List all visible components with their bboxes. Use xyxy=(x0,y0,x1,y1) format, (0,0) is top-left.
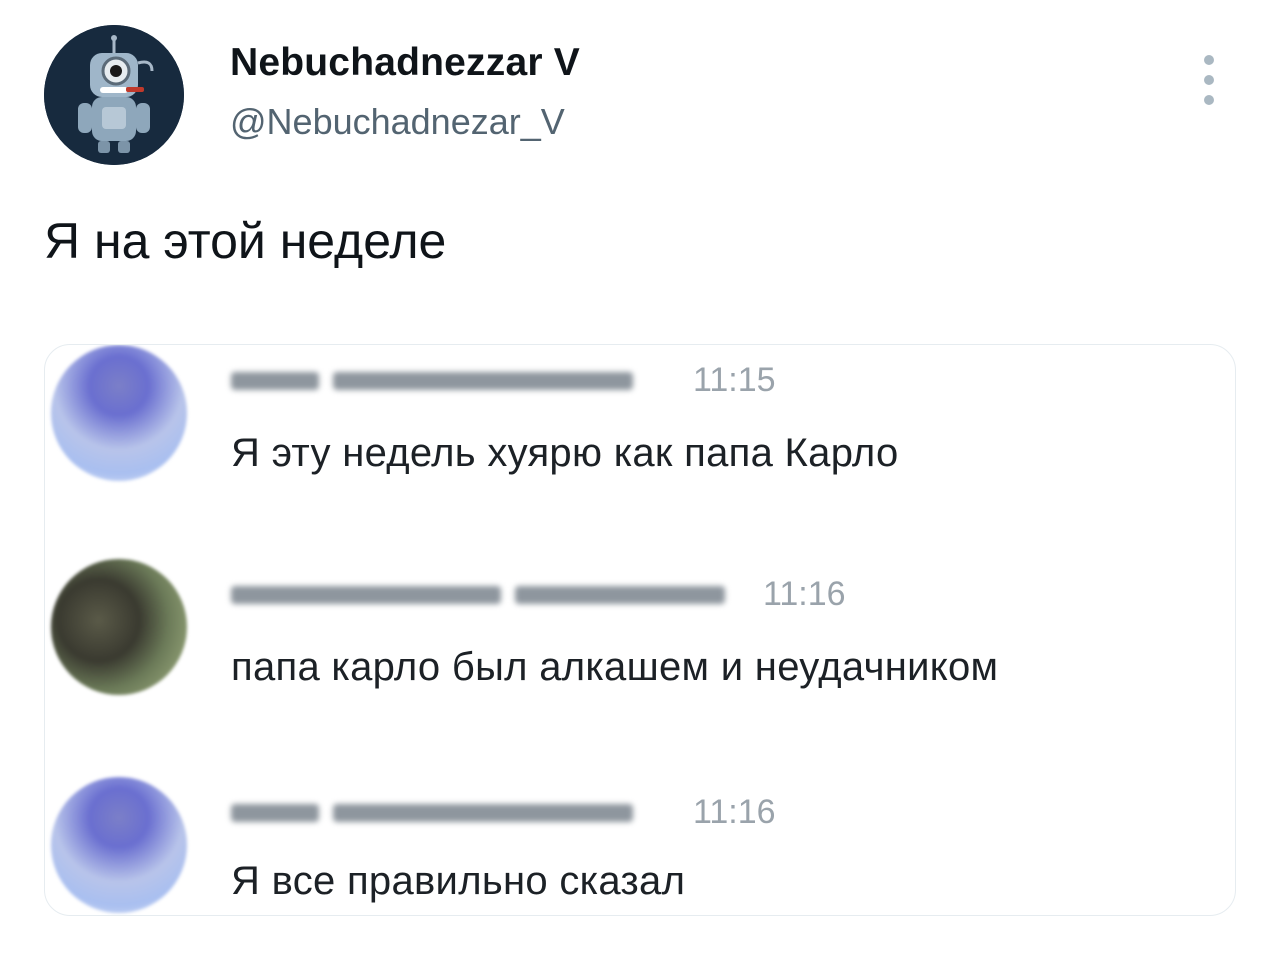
robot-avatar-icon xyxy=(44,25,184,165)
chat-message: 11:15 Я эту недель хуярю как папа Карло xyxy=(45,345,1235,495)
sender-name-blurred xyxy=(231,801,633,825)
message-text: Я все правильно сказал xyxy=(231,859,686,903)
message-time: 11:16 xyxy=(693,793,776,831)
more-options-button[interactable] xyxy=(1194,55,1224,107)
chat-message: 11:16 Я все правильно сказал xyxy=(45,773,1235,915)
more-vertical-icon-dot xyxy=(1204,95,1214,105)
sender-name-blurred xyxy=(231,583,725,607)
tweet-header: Nebuchadnezzar V @Nebuchadnezar_V xyxy=(44,25,1234,165)
author-avatar[interactable] xyxy=(44,25,184,165)
message-text: папа карло был алкашем и неудачником xyxy=(231,645,999,689)
sender-avatar xyxy=(51,345,187,481)
more-vertical-icon xyxy=(1204,55,1214,65)
author-handle[interactable]: @Nebuchadnezar_V xyxy=(230,101,565,143)
tweet-text: Я на этой неделе xyxy=(44,213,447,269)
message-time: 11:16 xyxy=(763,575,846,613)
more-vertical-icon-dot xyxy=(1204,75,1214,85)
tweet-media-screenshot[interactable]: 11:15 Я эту недель хуярю как папа Карло … xyxy=(44,344,1236,916)
author-name[interactable]: Nebuchadnezzar V xyxy=(230,41,580,85)
chat-message: 11:16 папа карло был алкашем и неудачник… xyxy=(45,559,1235,709)
sender-avatar xyxy=(51,559,187,695)
message-text: Я эту недель хуярю как папа Карло xyxy=(231,431,899,475)
sender-name-blurred xyxy=(231,369,633,393)
message-time: 11:15 xyxy=(693,361,776,399)
sender-avatar xyxy=(51,777,187,913)
